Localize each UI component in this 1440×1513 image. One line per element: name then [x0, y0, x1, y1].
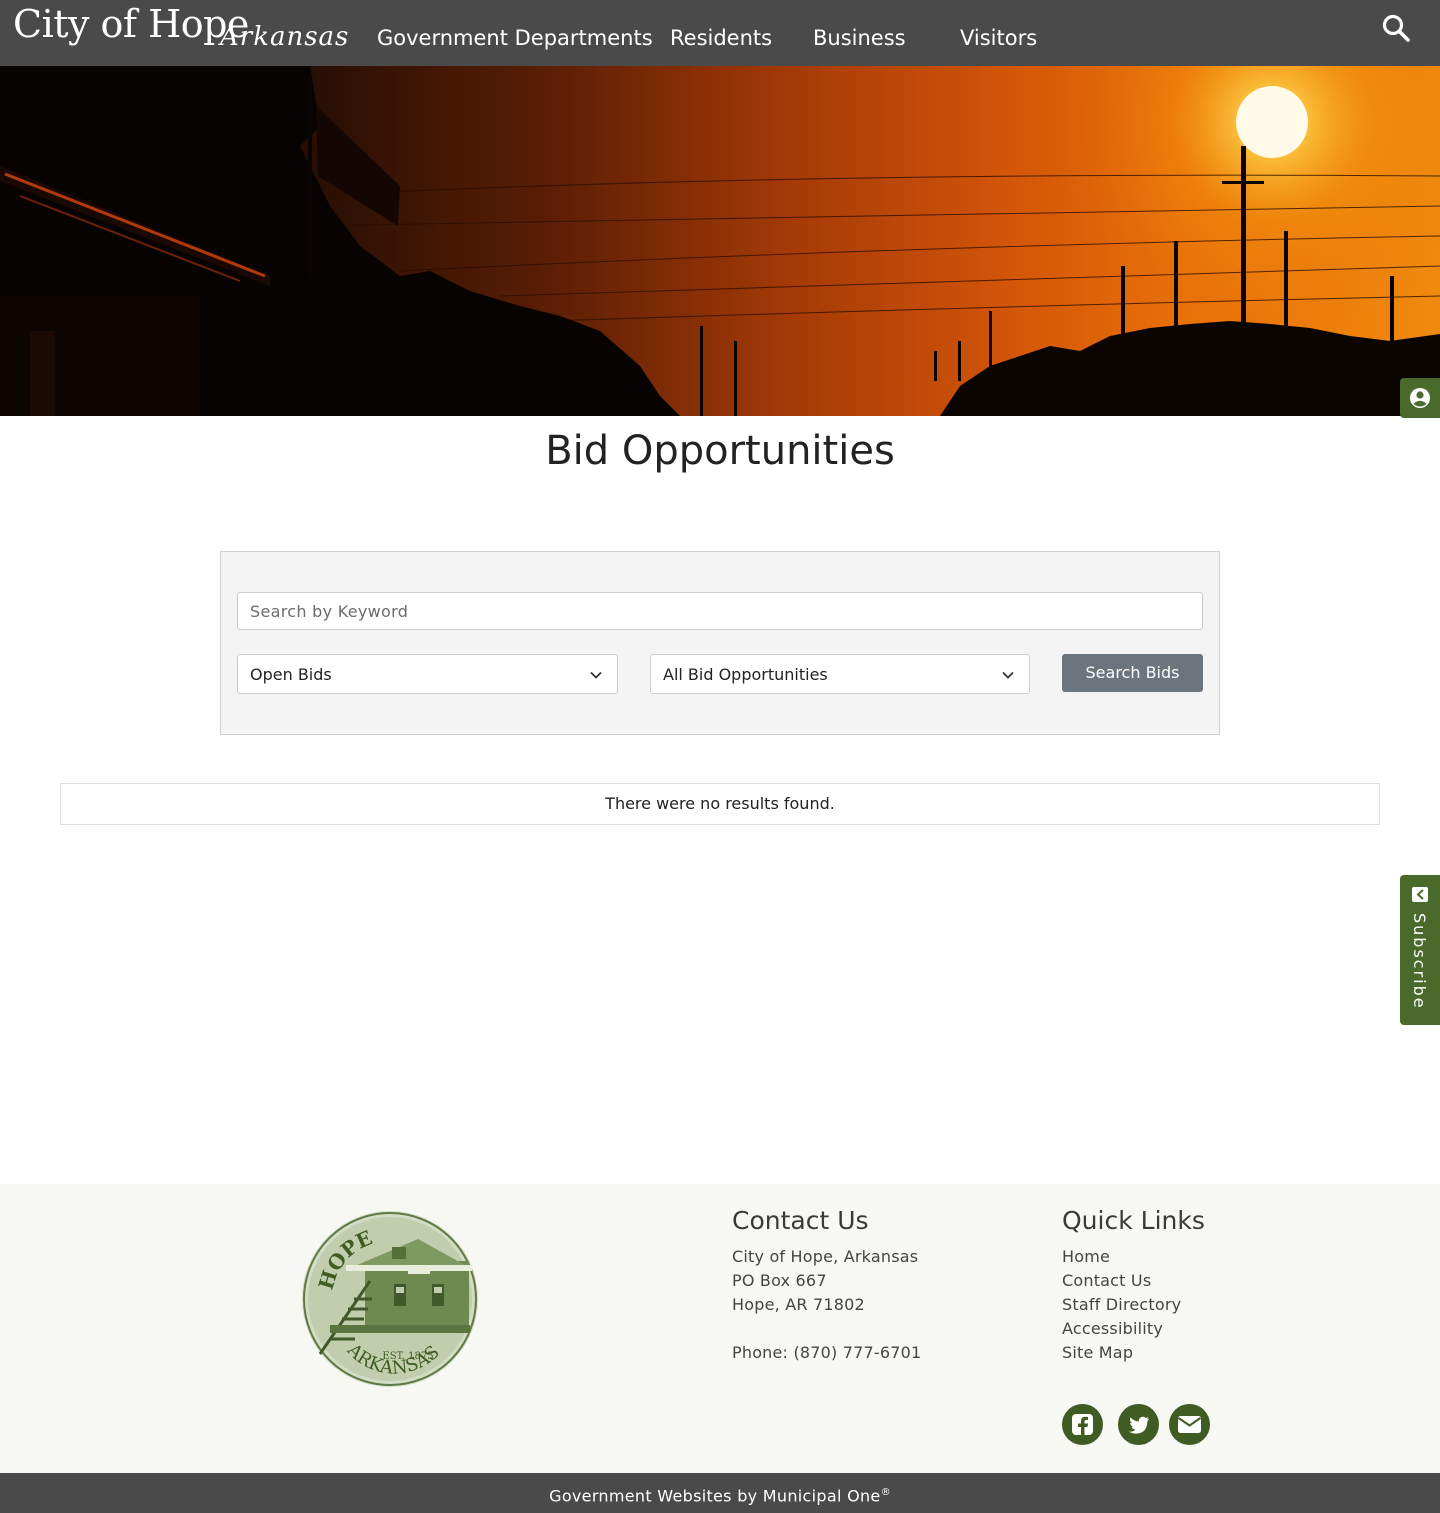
quick-links-heading: Quick Links — [1062, 1206, 1205, 1235]
bid-search-panel: Open Bids All Bid Opportunities Search B… — [220, 551, 1220, 735]
quick-link-staff-directory[interactable]: Staff Directory — [1062, 1295, 1181, 1314]
logo-main-text: City of Hope — [13, 2, 249, 46]
search-icon[interactable] — [1380, 12, 1412, 44]
contact-heading: Contact Us — [732, 1206, 869, 1235]
twitter-link[interactable] — [1118, 1404, 1159, 1445]
chevron-down-icon — [1002, 671, 1014, 679]
twitter-icon — [1129, 1416, 1149, 1434]
hero-banner-image — [0, 66, 1440, 416]
search-bids-button[interactable]: Search Bids — [1062, 654, 1203, 692]
envelope-icon — [1177, 1416, 1202, 1433]
contact-line: Hope, AR 71802 — [732, 1295, 865, 1314]
subscribe-tab[interactable]: Subscribe — [1400, 875, 1440, 1025]
nav-residents[interactable]: Residents — [670, 26, 772, 50]
results-message: There were no results found. — [60, 783, 1380, 825]
contact-line: City of Hope, Arkansas — [732, 1247, 919, 1266]
account-button[interactable] — [1400, 378, 1440, 418]
nav-business[interactable]: Business — [813, 26, 906, 50]
logo-script-text: Arkansas — [220, 22, 350, 52]
chevron-down-icon — [590, 671, 602, 679]
bid-status-value: Open Bids — [250, 665, 332, 684]
site-header: City of Hope Arkansas Government Departm… — [0, 0, 1440, 66]
facebook-icon — [1072, 1414, 1093, 1435]
footer-credit: Government Websites by Municipal One® — [0, 1473, 1440, 1513]
credit-text[interactable]: Government Websites by Municipal One — [549, 1486, 880, 1505]
bid-type-value: All Bid Opportunities — [663, 665, 828, 684]
subscribe-label: Subscribe — [1410, 913, 1429, 1010]
bid-type-select[interactable]: All Bid Opportunities — [650, 654, 1030, 694]
nav-visitors[interactable]: Visitors — [960, 26, 1037, 50]
keyword-search-input[interactable] — [237, 592, 1203, 630]
quick-link-contact-us[interactable]: Contact Us — [1062, 1271, 1151, 1290]
nav-government-departments[interactable]: Government Departments — [377, 26, 653, 50]
quick-link-site-map[interactable]: Site Map — [1062, 1343, 1133, 1362]
quick-link-home[interactable]: Home — [1062, 1247, 1110, 1266]
quick-link-accessibility[interactable]: Accessibility — [1062, 1319, 1163, 1338]
envelope-open-icon — [1412, 887, 1428, 902]
site-footer: EST. 1875 HOPE ARKANSAS Contact Us City … — [0, 1184, 1440, 1473]
email-link[interactable] — [1169, 1404, 1210, 1445]
page-title: Bid Opportunities — [545, 428, 895, 474]
contact-phone: Phone: (870) 777-6701 — [732, 1343, 922, 1362]
user-circle-icon — [1410, 388, 1430, 408]
facebook-link[interactable] — [1062, 1404, 1103, 1445]
city-seal-logo: EST. 1875 HOPE ARKANSAS — [300, 1209, 480, 1389]
contact-line: PO Box 667 — [732, 1271, 827, 1290]
bid-status-select[interactable]: Open Bids — [237, 654, 618, 694]
registered-mark: ® — [880, 1487, 891, 1498]
